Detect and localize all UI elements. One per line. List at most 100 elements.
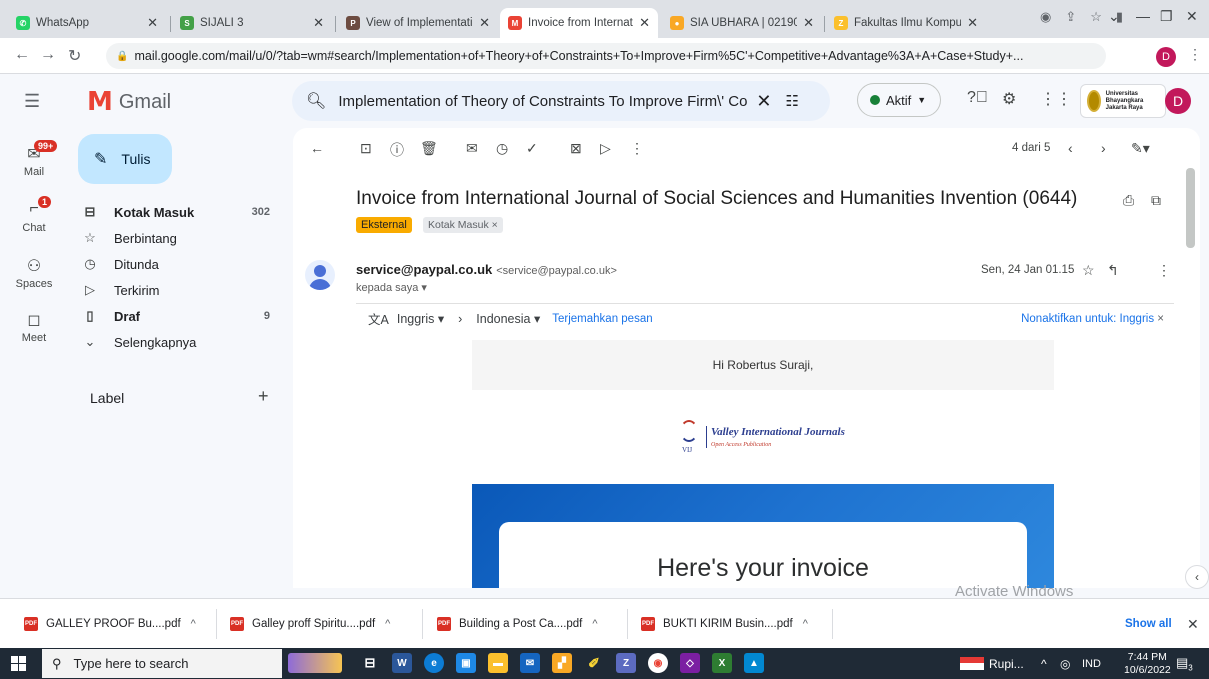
windows-start-icon[interactable] <box>11 656 26 671</box>
input-language[interactable]: IND <box>1082 658 1101 670</box>
add-task-icon[interactable]: ✓ <box>526 140 538 157</box>
sidebar-icon[interactable]: ▮ <box>1116 9 1123 25</box>
apps-grid-icon[interactable]: ⋮⋮ <box>1040 89 1072 109</box>
search-bar[interactable]: 🔍︎ ✕ ☷ <box>292 81 830 121</box>
calendar-icon[interactable]: Z <box>616 653 636 673</box>
add-label-icon[interactable]: + <box>258 386 269 407</box>
star-icon[interactable]: ☆ <box>1082 262 1095 279</box>
notification-icon[interactable]: ▤3 <box>1176 655 1193 673</box>
network-icon[interactable]: ◎ <box>1060 657 1070 671</box>
close-icon[interactable]: ✕ <box>803 15 814 31</box>
taskbar-search[interactable]: ⚲ Type here to search <box>42 649 282 678</box>
forward-icon[interactable]: → <box>40 46 56 64</box>
share-icon[interactable]: ⇪ <box>1065 9 1076 25</box>
archive-icon[interactable]: ⊡ <box>360 140 372 157</box>
chevron-up-icon[interactable]: ^ <box>191 618 196 630</box>
download-item[interactable]: PDF Building a Post Ca....pdf ^ <box>437 613 598 635</box>
reload-icon[interactable]: ↻ <box>68 46 81 66</box>
prev-icon[interactable]: ‹ <box>1068 140 1073 156</box>
search-icon[interactable]: 🔍︎ <box>306 91 326 111</box>
account-avatar[interactable]: D <box>1165 88 1191 114</box>
close-icon[interactable]: ✕ <box>639 15 650 31</box>
move-to-icon[interactable]: ⊠ <box>570 140 582 157</box>
more-options-icon[interactable]: ⋮ <box>630 140 644 157</box>
chevron-up-icon[interactable]: ^ <box>1041 657 1047 671</box>
currency-widget[interactable]: Rupi... <box>989 657 1024 671</box>
reply-icon[interactable]: ↰ <box>1107 262 1119 279</box>
chevron-up-icon[interactable]: ^ <box>385 618 390 630</box>
store-icon[interactable]: ▣ <box>456 653 476 673</box>
rail-spaces[interactable]: ⚇ Spaces <box>12 256 56 290</box>
task-view-icon[interactable]: ⊟ <box>360 653 380 673</box>
back-icon[interactable]: ← <box>14 46 30 64</box>
download-item[interactable]: PDF GALLEY PROOF Bu....pdf ^ <box>24 613 196 635</box>
photos-icon[interactable]: ▲ <box>744 653 764 673</box>
trash-icon[interactable]: 🗑︎ <box>420 140 438 157</box>
sticky-notes-icon[interactable]: ▞ <box>552 653 572 673</box>
sidebar-item-starred[interactable]: ☆ Berbintang <box>80 225 280 251</box>
compose-button[interactable]: ✎ Tulis <box>78 134 172 184</box>
tab-view-implementation[interactable]: P View of Implementati ✕ <box>338 8 498 38</box>
organization-logo[interactable]: Universitas Bhayangkara Jakarta Raya <box>1080 84 1166 118</box>
close-downloads-icon[interactable]: ✕ <box>1187 616 1199 633</box>
status-dropdown[interactable]: Aktif ▼ <box>857 83 941 117</box>
close-window-icon[interactable]: ✕ <box>1186 8 1198 25</box>
side-panel-toggle[interactable]: ‹ <box>1185 565 1209 589</box>
close-icon[interactable]: ✕ <box>147 15 158 31</box>
sidebar-item-more[interactable]: ⌄ Selengkapnya <box>80 329 280 355</box>
target-language-select[interactable]: Indonesia ▾ <box>476 311 540 326</box>
search-options-icon[interactable]: ☷ <box>785 92 798 110</box>
scrollbar-thumb[interactable] <box>1186 168 1195 248</box>
search-input[interactable] <box>338 92 749 110</box>
more-options-icon[interactable]: ⋮ <box>1157 262 1171 279</box>
download-item[interactable]: PDF BUKTI KIRIM Busin....pdf ^ <box>641 613 808 635</box>
rail-meet[interactable]: ◻ Meet <box>12 310 56 344</box>
clear-search-icon[interactable]: ✕ <box>756 91 771 112</box>
menu-icon[interactable]: ☰ <box>24 91 40 112</box>
minimize-icon[interactable]: — <box>1136 8 1150 24</box>
back-to-search-icon[interactable]: ← <box>310 140 324 156</box>
paint-icon[interactable]: ✐ <box>584 653 604 673</box>
next-icon[interactable]: › <box>1101 140 1106 156</box>
close-icon[interactable]: ✕ <box>967 15 978 31</box>
help-icon[interactable]: ?⃝ <box>967 89 988 107</box>
close-icon[interactable]: × <box>1157 313 1164 325</box>
close-icon[interactable]: ✕ <box>313 15 324 31</box>
snooze-icon[interactable]: ◷ <box>496 140 508 157</box>
tab-sijali[interactable]: S SIJALI 3 ✕ <box>172 8 332 38</box>
browser-menu-icon[interactable]: ⋮ <box>1188 46 1202 63</box>
star-icon[interactable]: ☆ <box>1090 9 1102 25</box>
mail-app-icon[interactable]: ✉ <box>520 653 540 673</box>
word-icon[interactable]: W <box>392 653 412 673</box>
eye-icon[interactable]: ◉ <box>1040 9 1051 25</box>
gear-icon[interactable]: ⚙ <box>1002 89 1016 109</box>
weather-widget-icon[interactable] <box>288 653 342 673</box>
file-explorer-icon[interactable]: ▬ <box>488 653 508 673</box>
inbox-label-chip[interactable]: Kotak Masuk × <box>423 217 503 233</box>
sidebar-item-drafts[interactable]: ▯ Draf 9 <box>80 303 280 329</box>
excel-icon[interactable]: X <box>712 653 732 673</box>
browser-profile-avatar[interactable]: D <box>1156 47 1176 67</box>
chevron-up-icon[interactable]: ^ <box>803 618 808 630</box>
shield-icon[interactable]: ◇ <box>680 653 700 673</box>
tab-fakultas[interactable]: Z Fakultas Ilmu Komput ✕ <box>826 8 986 38</box>
mark-unread-icon[interactable]: ✉ <box>466 140 478 157</box>
tab-invoice-gmail[interactable]: M Invoice from Internati ✕ <box>500 8 658 38</box>
sidebar-item-snoozed[interactable]: ◷ Ditunda <box>80 251 280 277</box>
label-icon[interactable]: ▷ <box>600 140 611 157</box>
download-item[interactable]: PDF Galley proff Spiritu....pdf ^ <box>230 613 390 635</box>
disable-translate-link[interactable]: Nonaktifkan untuk: Inggris × <box>1021 313 1164 325</box>
open-new-window-icon[interactable]: ⧉ <box>1151 192 1161 209</box>
recipient-details[interactable]: kepada saya ▾ <box>356 281 427 294</box>
chrome-icon[interactable]: ◉ <box>648 653 668 673</box>
gmail-logo[interactable]: M Gmail <box>87 87 171 117</box>
edge-icon[interactable]: e <box>424 653 444 673</box>
source-language-select[interactable]: Inggris ▾ <box>397 311 444 326</box>
input-tools-icon[interactable]: ✎▾ <box>1131 140 1150 157</box>
clock[interactable]: 7:44 PM 10/6/2022 <box>1124 651 1171 677</box>
address-bar[interactable]: 🔒 mail.google.com/mail/u/0/?tab=wm#searc… <box>106 43 1106 69</box>
translate-message-link[interactable]: Terjemahkan pesan <box>552 313 652 325</box>
report-spam-icon[interactable]: ⓘ <box>390 140 404 160</box>
show-all-downloads-button[interactable]: Show all <box>1125 618 1172 630</box>
restore-icon[interactable]: ❐ <box>1160 8 1173 25</box>
